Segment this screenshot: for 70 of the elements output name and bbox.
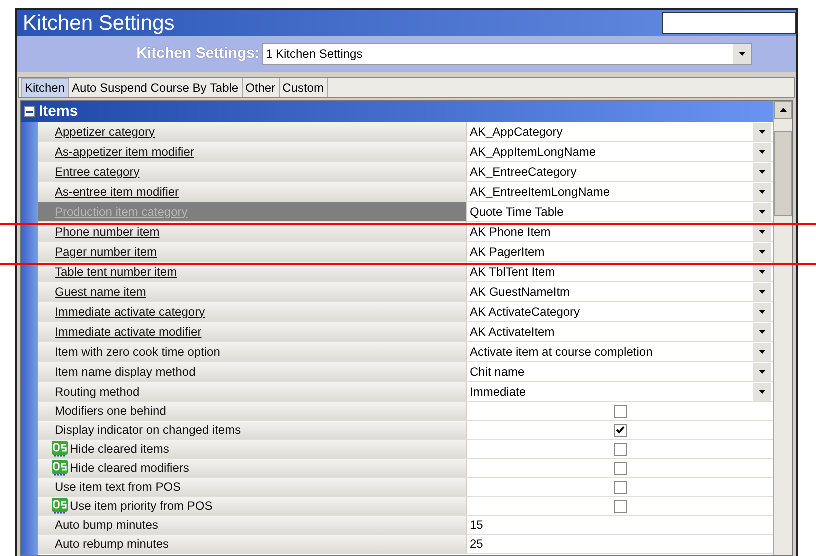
setting-label: Use item priority from POS (38, 497, 466, 515)
caret-icon (758, 370, 766, 374)
setting-label: Immediate activate modifier (38, 322, 466, 341)
setting-label: Use item text from POS (38, 478, 466, 496)
checkbox[interactable] (614, 424, 626, 436)
scroll-thumb[interactable] (774, 131, 792, 216)
value-dropdown[interactable]: AK GuestNameItm (467, 282, 773, 301)
caret-icon (758, 170, 766, 174)
caret-icon (758, 310, 766, 314)
value-dropdown[interactable]: Activate item at course completion (467, 342, 773, 361)
setting-label: Modifiers one behind (38, 402, 466, 420)
setting-label: Item name display method (38, 362, 466, 381)
tab[interactable]: Other (242, 78, 280, 97)
settings-dropdown[interactable]: 1 Kitchen Settings (262, 43, 752, 65)
caret-icon (758, 270, 766, 274)
tab[interactable]: Kitchen (21, 78, 70, 97)
value-dropdown[interactable]: AK PagerItem (467, 242, 773, 261)
setting-label: Auto rebump minutes (38, 535, 466, 553)
checkbox[interactable] (614, 462, 626, 474)
setting-label: Immediate activate category (38, 302, 466, 321)
section-title: Items (39, 104, 78, 119)
value-dropdown[interactable]: AK_AppItemLongName (467, 142, 773, 161)
caret-icon (758, 130, 766, 134)
value-dropdown[interactable]: Quote Time Table (467, 202, 773, 221)
scroll-up-button[interactable] (774, 101, 792, 119)
value-dropdown[interactable]: AK_EntreeCategory (467, 162, 773, 181)
value-dropdown[interactable]: Immediate (467, 382, 773, 401)
value-dropdown[interactable]: AK_AppCategory (467, 122, 773, 141)
selector-label: Kitchen Settings: (136, 44, 260, 64)
setting-label: Hide cleared items (38, 440, 466, 458)
caret-icon (758, 210, 766, 214)
setting-label: As-appetizer item modifier (38, 142, 466, 161)
caret-icon (758, 390, 766, 394)
setting-label: Routing method (38, 382, 466, 401)
caret-icon (758, 350, 766, 354)
setting-label: Item with zero cook time option (38, 342, 466, 361)
qs-icon (52, 460, 68, 476)
setting-label: As-entree item modifier (38, 182, 466, 201)
value-dropdown[interactable]: AK_EntreeItemLongName (467, 182, 773, 201)
caret-icon (758, 290, 766, 294)
setting-label: Production item category (38, 202, 466, 221)
setting-label: Hide cleared modifiers (38, 459, 466, 477)
arrow-up-icon (780, 108, 786, 112)
collapse-icon[interactable] (24, 106, 35, 117)
scrollbar[interactable] (773, 101, 792, 555)
checkbox[interactable] (614, 404, 626, 418)
qs-icon (52, 498, 68, 514)
setting-label: Auto bump minutes (38, 516, 466, 534)
tab[interactable]: Custom (280, 78, 328, 97)
qs-icon (52, 441, 68, 457)
checkbox[interactable] (614, 480, 626, 494)
tab[interactable]: Auto Suspend Course By Table (69, 78, 243, 97)
value-dropdown[interactable]: AK ActivateItem (467, 322, 773, 341)
caret-icon (758, 330, 766, 334)
search-field[interactable] (662, 12, 796, 34)
setting-label: Appetizer category (38, 122, 466, 141)
setting-label: Guest name item (38, 282, 466, 301)
caret-icon (758, 230, 766, 234)
setting-label: Display indicator on changed items (38, 421, 466, 439)
caret-icon (758, 250, 766, 254)
checkbox[interactable] (614, 442, 626, 456)
checkbox[interactable] (614, 500, 626, 512)
caret-icon (758, 150, 766, 154)
value-dropdown[interactable]: AK ActivateCategory (467, 302, 773, 321)
setting-label: Entree category (38, 162, 466, 181)
window-title: Kitchen Settings (23, 12, 175, 34)
caret-icon (758, 190, 766, 194)
value-dropdown[interactable]: Chit name (467, 362, 773, 381)
setting-label: Pager number item (38, 242, 466, 261)
caret-icon (738, 52, 746, 56)
